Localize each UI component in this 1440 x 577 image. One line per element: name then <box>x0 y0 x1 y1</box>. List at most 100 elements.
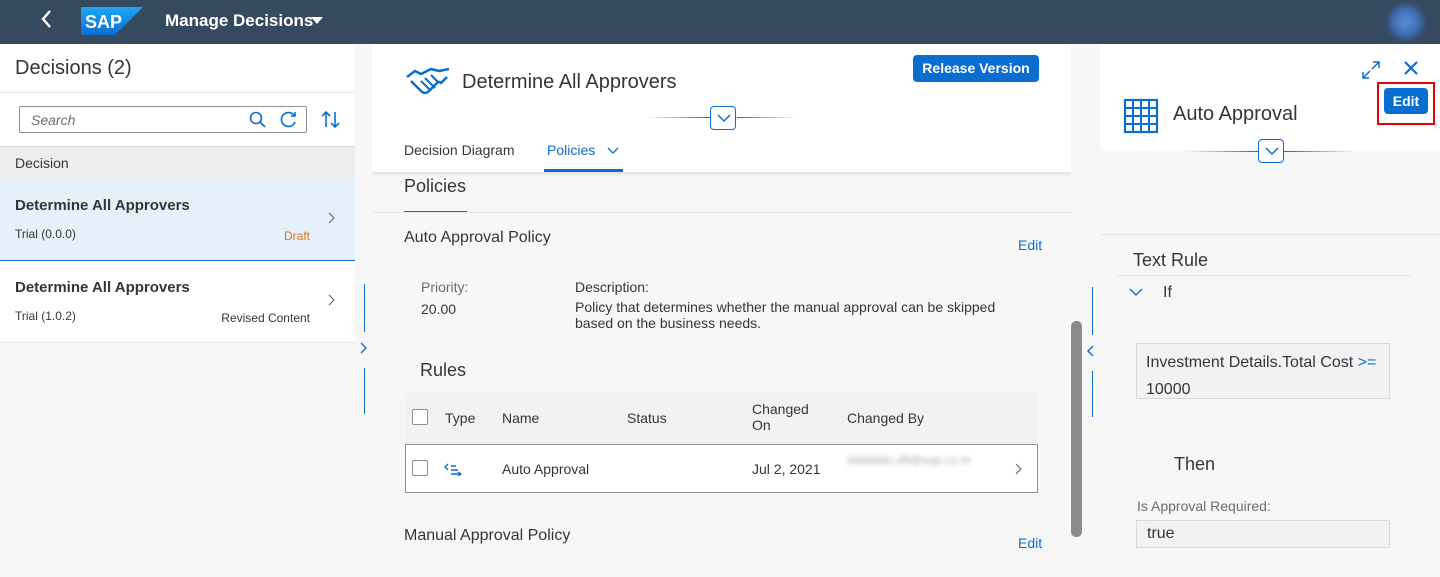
back-icon[interactable] <box>40 8 62 34</box>
collapse-line <box>737 117 797 118</box>
chevron-right-icon <box>327 211 335 227</box>
description-value: Policy that determines whether the manua… <box>575 299 996 331</box>
tab-bar: Decision Diagram Policies <box>372 140 1071 172</box>
decision-detail-panel: Determine All Approvers Release Version … <box>372 44 1082 577</box>
decision-version: Trial (0.0.0) <box>15 227 76 241</box>
chevron-down-icon[interactable] <box>607 147 619 155</box>
chevron-right-icon <box>327 293 335 309</box>
decision-title: Determine All Approvers <box>15 279 190 296</box>
splitter-line <box>1091 371 1093 417</box>
list-item[interactable]: Determine All Approvers Trial (0.0.0) Dr… <box>0 179 355 261</box>
decision-version: Trial (1.0.2) <box>15 309 76 323</box>
app-title[interactable]: Manage Decisions <box>165 11 313 31</box>
chevron-left-icon[interactable] <box>1086 344 1096 361</box>
fullscreen-icon[interactable] <box>1361 60 1381 80</box>
column-decision-label: Decision <box>15 155 69 171</box>
left-splitter[interactable] <box>355 44 372 577</box>
chevron-right-icon <box>1015 463 1022 475</box>
text-rule-underline <box>1116 275 1411 276</box>
rule-changed-by: ddddddo.dfl@sap.co m <box>847 453 971 467</box>
chevron-down-icon <box>1265 147 1279 156</box>
header-shadow <box>372 172 1071 176</box>
highlight-frame <box>1377 82 1435 125</box>
decision-title: Determine All Approvers <box>15 197 190 214</box>
decisions-header: Decisions (2) <box>0 44 355 92</box>
column-changed-by[interactable]: Changed By <box>847 410 924 426</box>
list-item[interactable]: Determine All Approvers Trial (1.0.2) Re… <box>0 261 355 343</box>
chevron-down-icon <box>717 114 731 123</box>
search-placeholder: Search <box>31 112 76 128</box>
policy-title: Manual Approval Policy <box>404 527 571 544</box>
user-avatar[interactable] <box>1386 3 1426 41</box>
collapse-header-button[interactable] <box>710 106 736 130</box>
release-version-button[interactable]: Release Version <box>913 55 1039 82</box>
svg-text:SAP: SAP <box>85 12 122 32</box>
decisions-list-panel: Decisions (2) Search Decision Determine … <box>0 44 355 577</box>
column-name[interactable]: Name <box>502 410 539 426</box>
refresh-icon[interactable] <box>279 110 299 130</box>
chevron-down-icon[interactable] <box>1129 288 1143 297</box>
if-section-toggle[interactable]: If <box>1129 284 1172 302</box>
description-label: Description: <box>575 279 649 295</box>
text-rule-title: Text Rule <box>1133 250 1209 270</box>
splitter-line <box>363 284 365 332</box>
rule-title: Auto Approval <box>1173 103 1298 125</box>
then-label: Then <box>1174 454 1216 474</box>
tab-decision-diagram[interactable]: Decision Diagram <box>404 142 514 158</box>
row-checkbox[interactable] <box>412 460 428 476</box>
handshake-icon <box>406 67 450 95</box>
edit-policy-link[interactable]: Edit <box>1018 535 1042 551</box>
section-divider <box>372 212 1071 213</box>
collapse-header-button[interactable] <box>1258 139 1284 163</box>
rule-name: Auto Approval <box>502 461 590 477</box>
edit-policy-link[interactable]: Edit <box>1018 237 1042 253</box>
priority-label: Priority: <box>421 279 469 295</box>
collapse-line <box>1186 151 1259 152</box>
collapse-line <box>1284 151 1354 152</box>
title-dropdown-icon[interactable] <box>311 17 323 24</box>
policy-title: Auto Approval Policy <box>404 229 551 246</box>
close-icon[interactable] <box>1402 59 1420 77</box>
search-input[interactable]: Search <box>19 106 307 133</box>
rule-detail-panel: Auto Approval Edit Text Rule If Investme… <box>1100 44 1440 577</box>
status-badge: Draft <box>283 229 310 243</box>
section-title: Policies <box>404 176 467 196</box>
condition-box: Investment Details.Total Cost >= 10000 <box>1136 343 1390 399</box>
shell-bar: SAP Manage Decisions <box>0 0 1440 44</box>
column-changed-on[interactable]: Changed On <box>752 401 822 433</box>
right-splitter[interactable] <box>1083 44 1100 577</box>
search-icon[interactable] <box>248 110 268 130</box>
select-all-checkbox[interactable] <box>412 409 428 425</box>
rule-header: Auto Approval Edit <box>1100 44 1440 150</box>
result-value: true <box>1136 520 1390 548</box>
decision-table-icon <box>1123 98 1159 134</box>
collapse-line <box>645 117 711 118</box>
section-divider <box>1100 234 1440 235</box>
table-row[interactable]: Auto Approval Jul 2, 2021 ddddddo.dfl@sa… <box>405 444 1038 493</box>
list-column-header: Decision <box>0 146 355 179</box>
text-rule-icon <box>444 463 463 477</box>
condition-value: 10000 <box>1146 381 1191 398</box>
condition-operator: >= <box>1357 354 1377 371</box>
column-type[interactable]: Type <box>445 410 475 426</box>
list-toolbar: Search <box>0 92 355 146</box>
scrollbar[interactable] <box>1071 321 1082 537</box>
detail-title: Determine All Approvers <box>462 71 677 93</box>
result-label: Is Approval Required: <box>1137 498 1271 514</box>
priority-value: 20.00 <box>421 301 457 317</box>
rules-title: Rules <box>420 360 467 380</box>
splitter-line <box>1091 287 1093 335</box>
decisions-title: Decisions (2) <box>15 57 132 79</box>
rule-changed-on: Jul 2, 2021 <box>752 461 821 477</box>
detail-header: Determine All Approvers Release Version … <box>372 44 1071 172</box>
chevron-right-icon[interactable] <box>358 341 368 358</box>
condition-field: Investment Details.Total Cost <box>1146 354 1354 371</box>
rules-table-header: Type Name Status Changed On Changed By <box>405 393 1038 443</box>
splitter-line <box>363 368 365 414</box>
column-status[interactable]: Status <box>627 410 667 426</box>
sort-icon[interactable] <box>321 110 341 130</box>
sap-logo: SAP <box>81 7 143 35</box>
status-badge: Revised Content <box>221 311 310 325</box>
tab-policies[interactable]: Policies <box>547 142 595 158</box>
if-label: If <box>1163 284 1172 301</box>
